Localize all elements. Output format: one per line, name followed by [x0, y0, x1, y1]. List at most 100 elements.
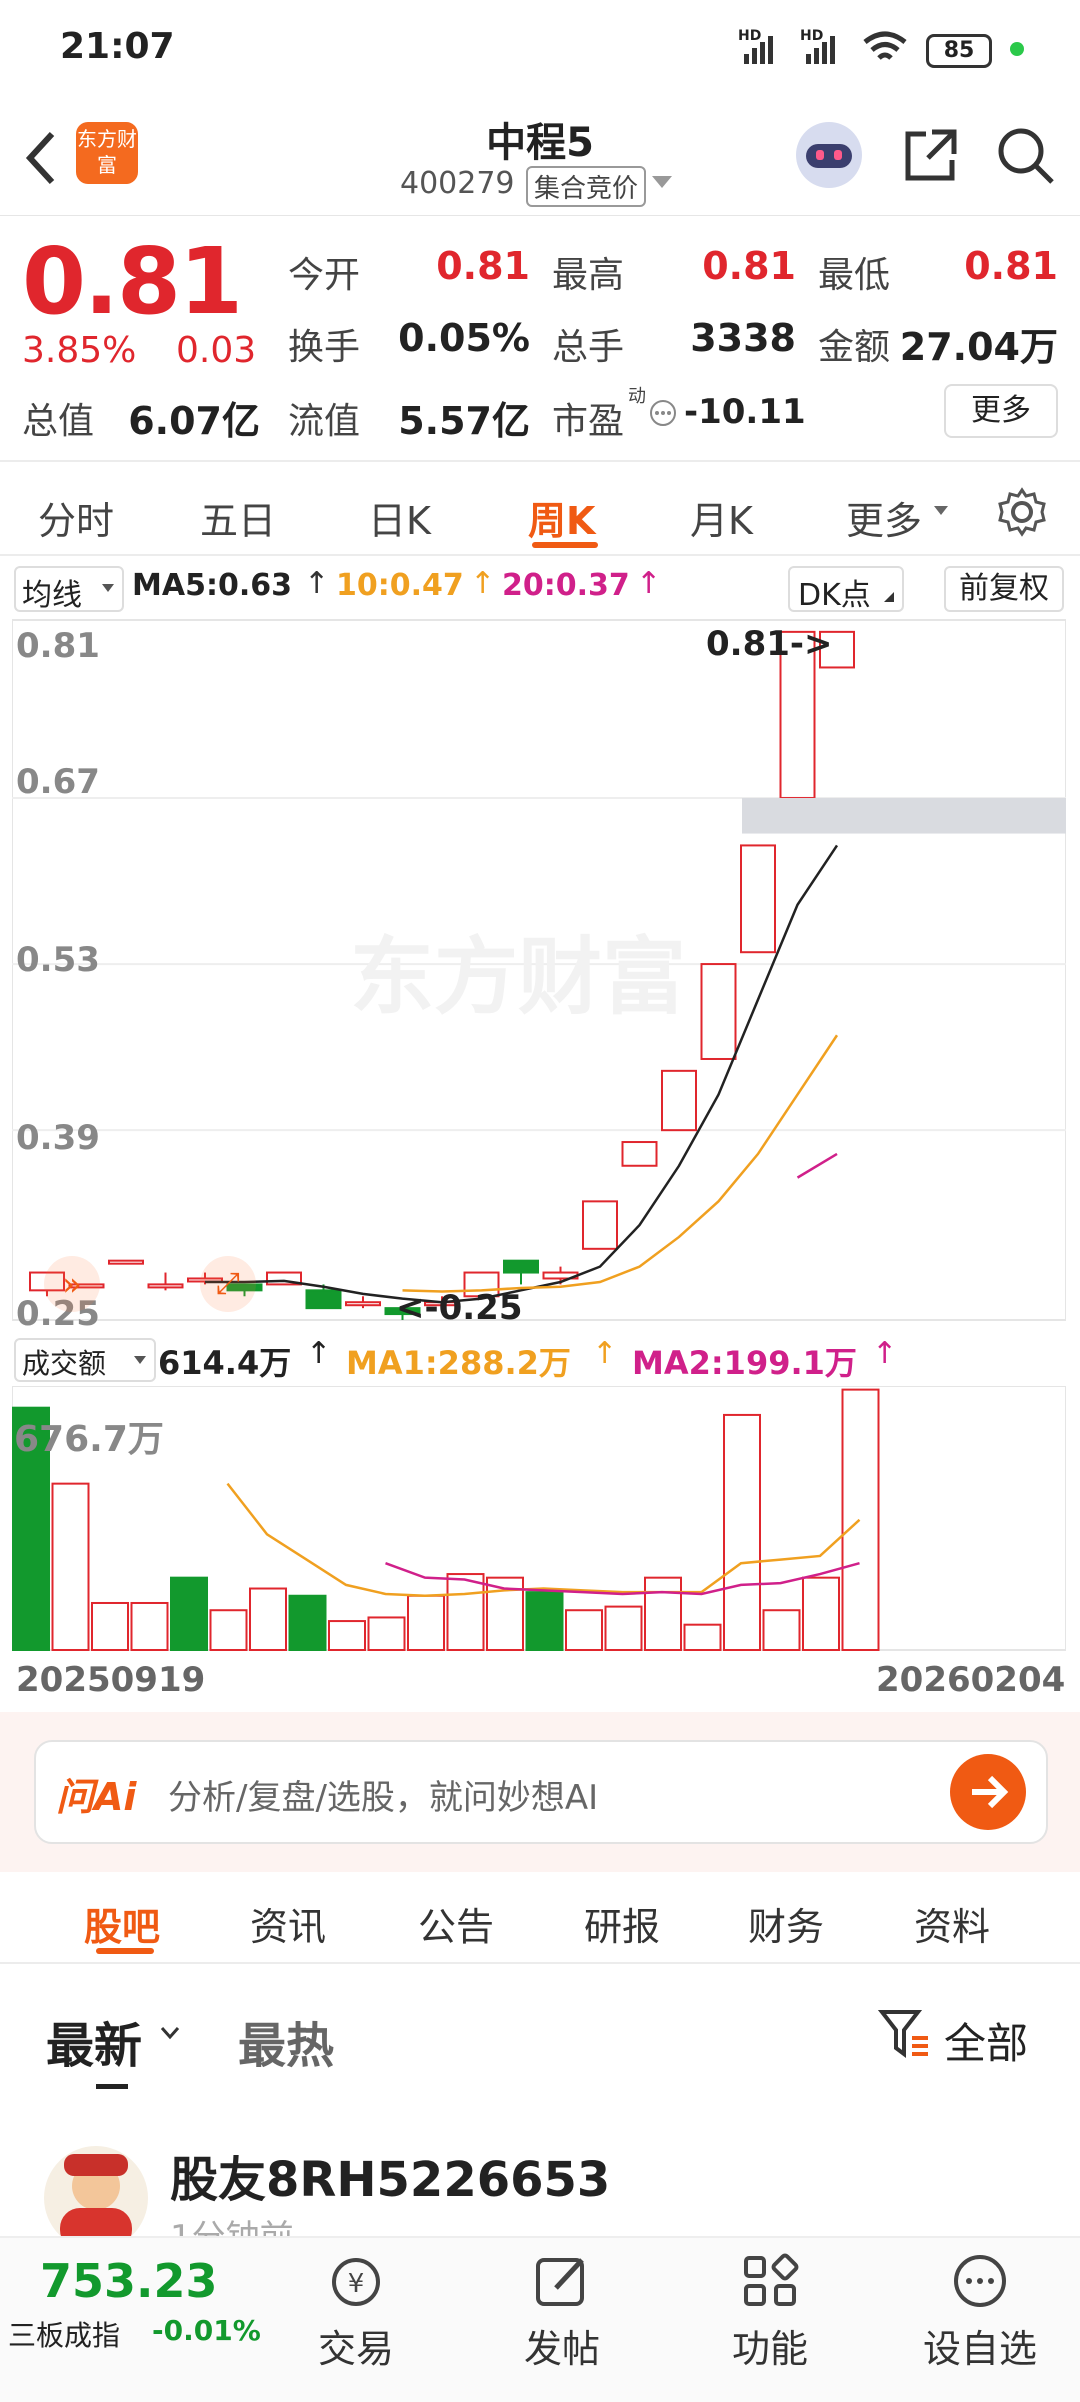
filter-all-label[interactable]: 全部	[944, 2010, 1028, 2071]
tab-monthly-k[interactable]: 月K	[690, 490, 753, 545]
dk-point-toggle[interactable]: DK点	[788, 566, 904, 613]
ma10-line	[402, 1034, 839, 1293]
chevron-down-icon[interactable]	[160, 2026, 180, 2040]
sort-hot[interactable]: 最热	[238, 2006, 334, 2076]
volume-chart[interactable]	[11, 1385, 1067, 1652]
tab-research[interactable]: 研报	[584, 1896, 660, 1951]
high-label: 最高	[552, 255, 625, 296]
tab-news[interactable]: 资讯	[250, 1896, 326, 1951]
index-value[interactable]: 753.23	[40, 2254, 218, 2308]
post-username[interactable]: 股友8RH5226653	[170, 2140, 610, 2210]
volume-bar	[683, 1623, 722, 1652]
volume-bar	[644, 1576, 682, 1651]
ma5-value: MA5:0.63	[132, 568, 292, 603]
high-value: 0.81	[702, 244, 796, 288]
candle	[700, 963, 737, 1060]
search-icon[interactable]	[996, 126, 1056, 186]
volume-bar	[249, 1587, 287, 1652]
index-change: -0.01%	[152, 2314, 261, 2347]
divider	[0, 460, 1080, 462]
vol-ma1-value: MA1:288.2万	[346, 1344, 571, 1382]
pe-superscript: 动	[628, 386, 646, 407]
volume-bar	[604, 1605, 643, 1651]
more-dots-icon[interactable]	[950, 2252, 1010, 2310]
tab-announcements[interactable]: 公告	[418, 1896, 494, 1951]
trade-icon[interactable]: ¥	[326, 2254, 386, 2310]
chevron-down-icon	[102, 584, 114, 592]
watermark: 东方财富	[350, 928, 687, 1026]
volume-indicator-selector[interactable]: 成交额	[14, 1338, 156, 1382]
expand-icon[interactable]: ⤢	[200, 1256, 256, 1312]
dk-point-label: DK点	[798, 578, 871, 613]
tab-more[interactable]: 更多	[846, 490, 922, 545]
adjust-toggle[interactable]: 前复权	[944, 566, 1064, 612]
volume-arrow-icon: ↑	[306, 1336, 332, 1371]
open-label: 今开	[288, 255, 361, 296]
date-start: 20250919	[16, 1660, 206, 1700]
volume-bar	[91, 1601, 129, 1651]
y-label-081: 0.81	[16, 626, 100, 666]
tab-finance[interactable]: 财务	[748, 1896, 824, 1951]
volume-indicator-label: 成交额	[22, 1347, 107, 1380]
volume-bar	[288, 1594, 327, 1651]
tab-profile[interactable]: 资料	[914, 1896, 990, 1951]
avatar[interactable]	[44, 2146, 148, 2250]
candle	[503, 1259, 539, 1274]
trade-button[interactable]: 交易	[296, 2318, 416, 2373]
volume-bar	[407, 1594, 445, 1651]
tab-forum[interactable]: 股吧	[84, 1896, 160, 1951]
function-grid-icon[interactable]	[740, 2252, 800, 2310]
post-button[interactable]: 发帖	[502, 2318, 622, 2373]
amount-value: 27.04万	[899, 325, 1058, 369]
chevron-down-icon	[134, 1356, 146, 1364]
volume-svg	[11, 1385, 1067, 1652]
ma-selector[interactable]: 均线	[14, 566, 124, 613]
info-icon[interactable]	[648, 398, 678, 428]
charging-dot-icon	[1010, 42, 1024, 56]
auction-tag[interactable]: 集合竞价	[526, 166, 647, 207]
ai-submit-button[interactable]	[950, 1754, 1026, 1830]
tab-intraday[interactable]: 分时	[38, 490, 114, 545]
sort-latest[interactable]: 最新	[46, 2006, 142, 2076]
low-value: 0.81	[964, 244, 1058, 288]
tab-daily-k[interactable]: 日K	[368, 490, 431, 545]
volume-bar	[802, 1576, 840, 1651]
wifi-icon	[863, 31, 907, 60]
add-watchlist-button[interactable]: 设自选	[900, 2318, 1060, 2373]
low-annotation: <-0.25	[396, 1288, 523, 1328]
active-content-tab-indicator	[96, 1948, 154, 1954]
pe-value: -10.11	[684, 392, 806, 432]
volume-max-label: 676.7万	[14, 1419, 164, 1460]
ma10-value: 10:0.47	[336, 568, 464, 603]
candle	[305, 1289, 342, 1310]
ai-logo: 问Ai	[56, 1775, 137, 1819]
corner-triangle-icon	[884, 592, 894, 602]
change-percent: 3.85%	[22, 330, 137, 371]
volume-bar	[841, 1388, 880, 1652]
assistant-avatar[interactable]	[796, 122, 862, 188]
y-label-039: 0.39	[16, 1118, 100, 1158]
function-button[interactable]: 功能	[710, 2318, 830, 2373]
filter-icon[interactable]	[878, 2006, 930, 2062]
high-annotation: 0.81->	[706, 624, 833, 664]
ai-search-box[interactable]: 问Ai 分析/复盘/选股，就问妙想AI	[34, 1740, 1048, 1844]
volume-bar	[170, 1576, 208, 1651]
volume-value: 614.4万	[158, 1344, 292, 1382]
share-icon[interactable]	[902, 126, 960, 184]
compose-icon[interactable]	[532, 2252, 592, 2310]
tab-weekly-k[interactable]: 周K	[528, 490, 595, 545]
scroll-left-icon[interactable]: »	[44, 1256, 100, 1312]
gear-icon[interactable]	[996, 486, 1048, 538]
low-label: 最低	[818, 255, 891, 296]
vol-ma2-arrow-icon: ↑	[872, 1336, 898, 1371]
volume-bar	[723, 1413, 761, 1652]
ai-placeholder: 分析/复盘/选股，就问妙想AI	[168, 1778, 599, 1818]
candle	[740, 844, 776, 954]
tab-five-day[interactable]: 五日	[200, 490, 276, 545]
signal-icon	[744, 36, 773, 64]
y-label-067: 0.67	[16, 762, 100, 802]
volume-bar	[51, 1482, 90, 1652]
more-button[interactable]: 更多	[944, 384, 1058, 438]
signal-icon-2	[806, 36, 835, 64]
chevron-down-icon[interactable]	[652, 176, 672, 190]
